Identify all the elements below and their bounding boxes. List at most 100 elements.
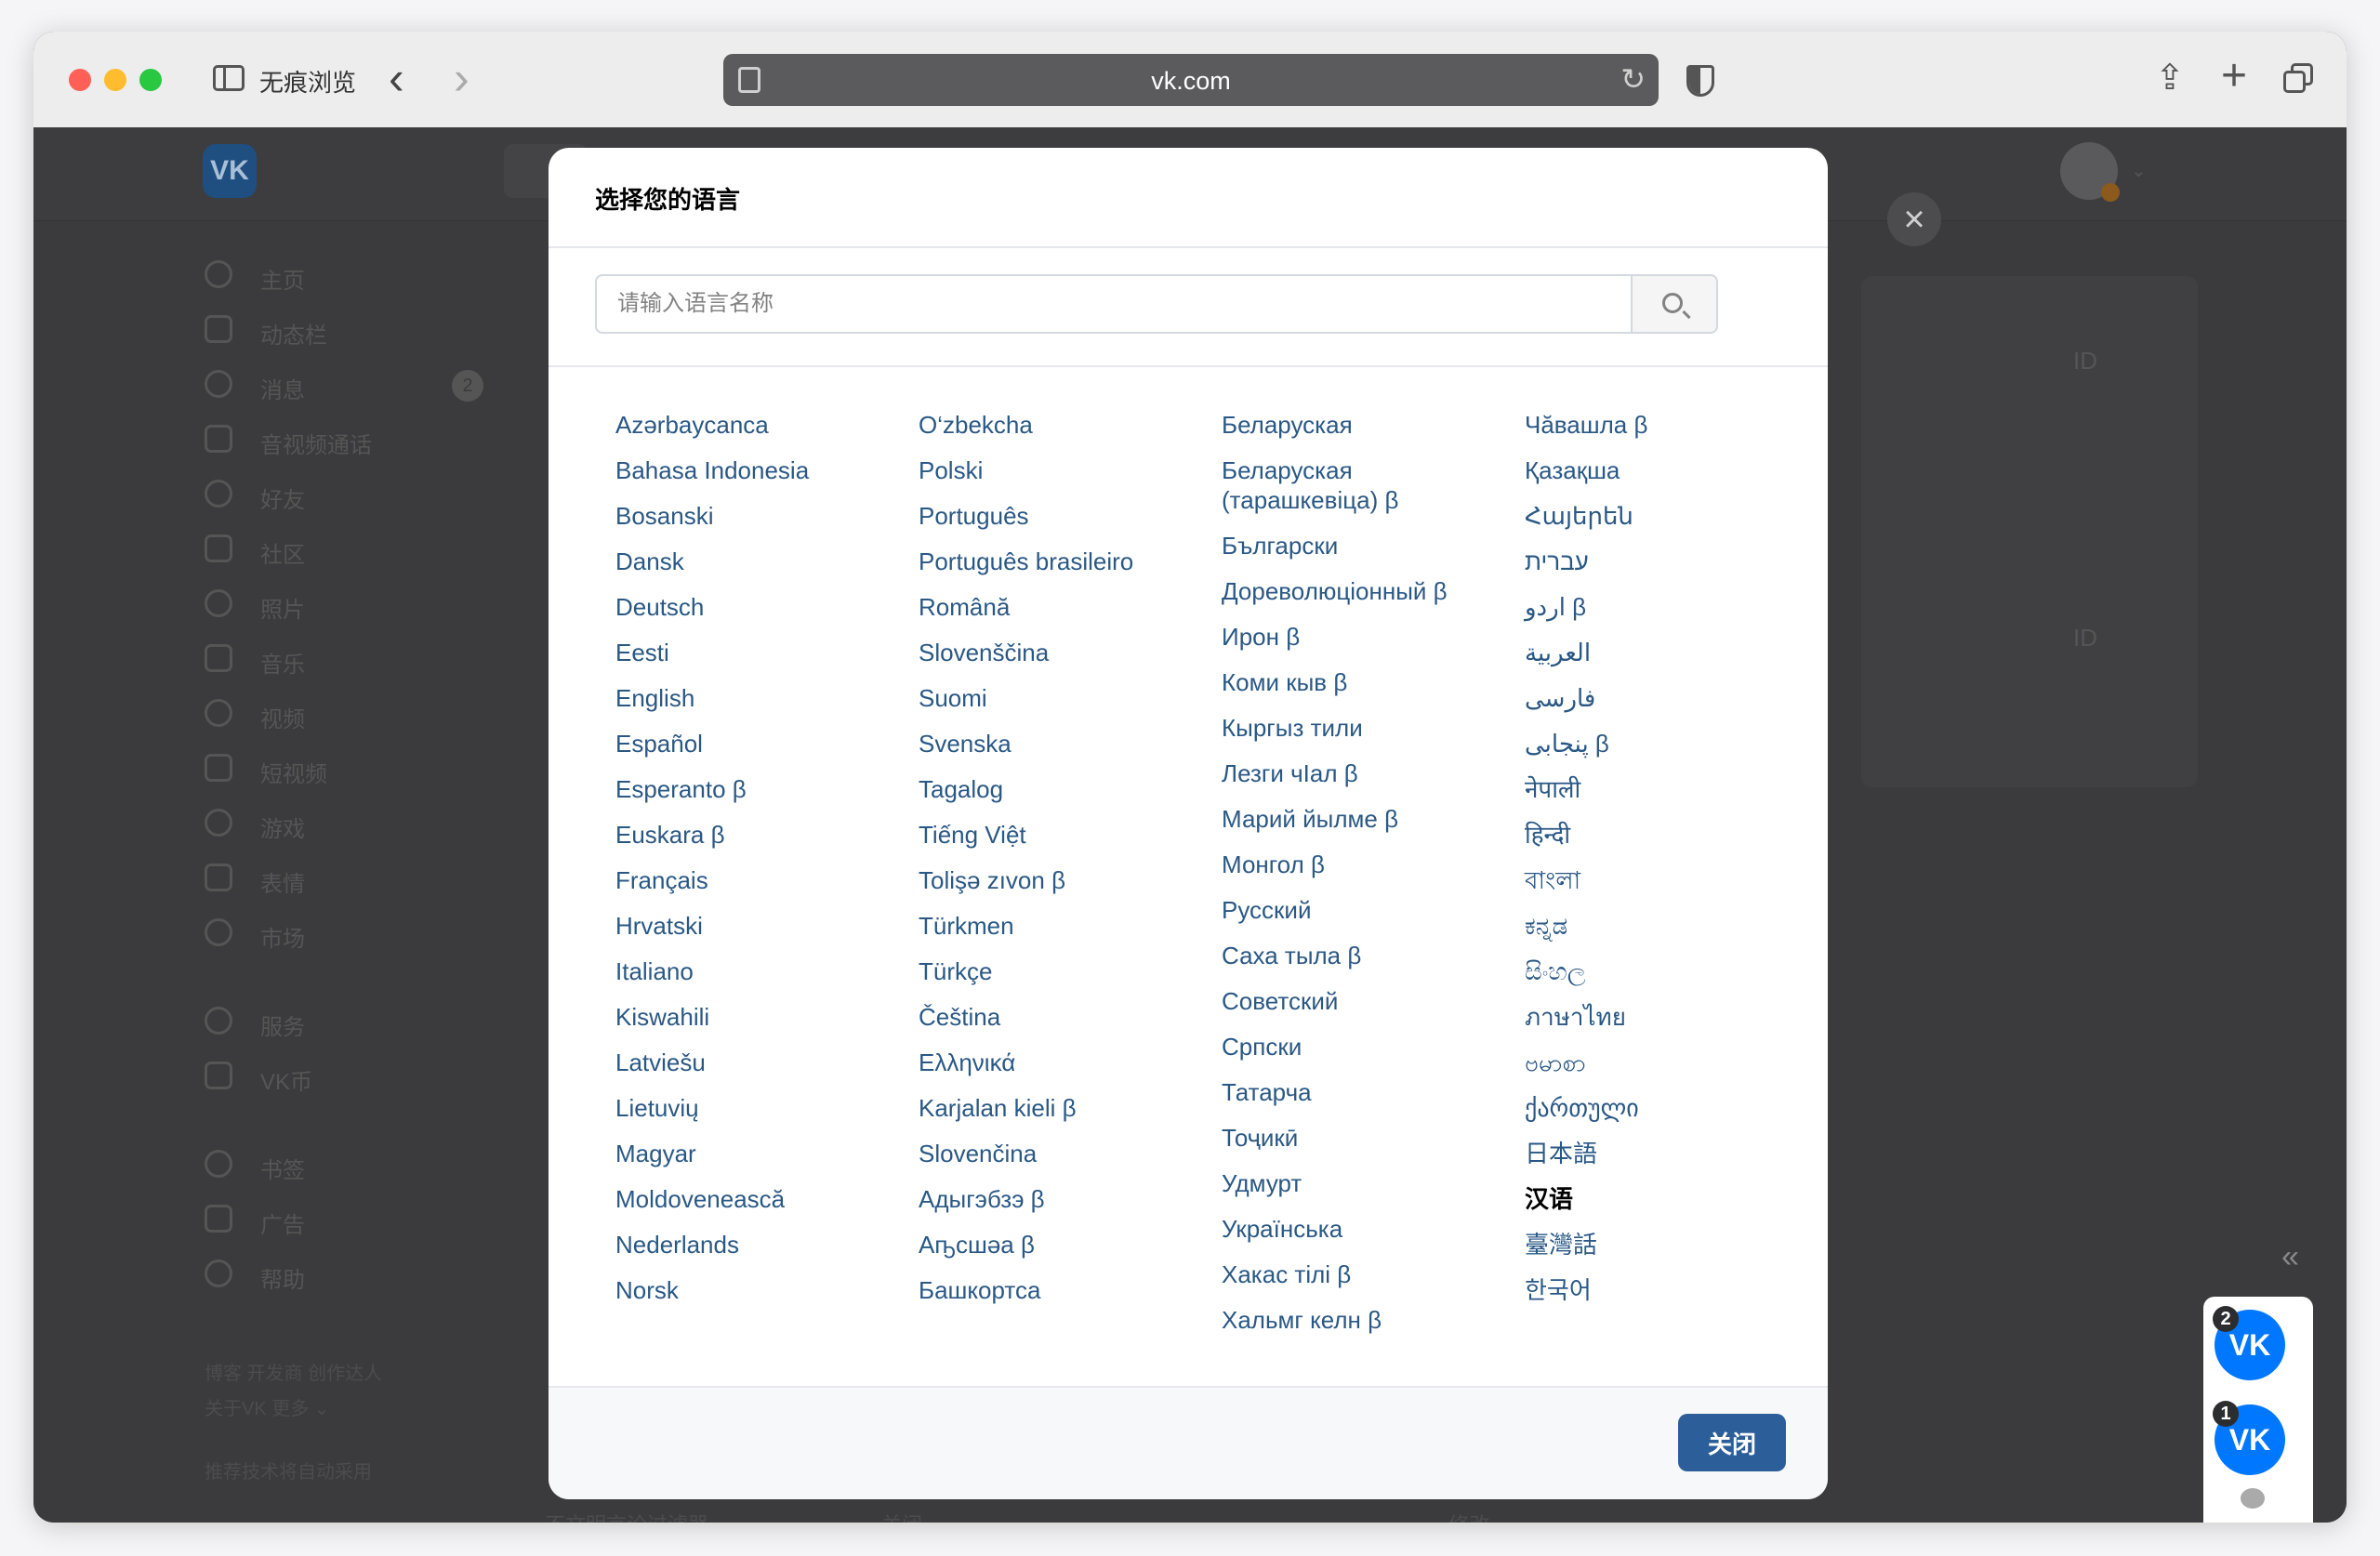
language-option[interactable]: 한국어 <box>1525 1275 1804 1305</box>
new-tab-icon[interactable]: + <box>2221 48 2247 104</box>
language-option[interactable]: Советский <box>1222 986 1501 1016</box>
sidebar-item[interactable]: 社区 <box>205 527 521 582</box>
language-option[interactable]: Тоҷикӣ <box>1222 1123 1501 1153</box>
language-option[interactable]: Nederlands <box>615 1230 894 1259</box>
chat-vk-button[interactable]: VK 2 <box>2213 1306 2285 1380</box>
language-option[interactable]: Лезги чIал β <box>1222 758 1501 788</box>
overlay-close-icon[interactable]: × <box>1887 192 1941 246</box>
close-window-button[interactable] <box>69 69 91 91</box>
language-option[interactable]: Norsk <box>615 1275 894 1305</box>
back-arrow-icon[interactable]: ‹ <box>389 52 404 104</box>
language-option[interactable]: 日本語 <box>1525 1139 1804 1168</box>
language-option[interactable]: فارسی <box>1525 683 1804 713</box>
language-option[interactable]: Italiano <box>615 956 894 986</box>
language-option[interactable]: ဗမာစာ <box>1525 1048 1804 1077</box>
language-option[interactable]: Moldovenească <box>615 1184 894 1214</box>
language-option[interactable]: Română <box>919 592 1197 622</box>
sidebar-item[interactable]: 好友 <box>205 472 521 527</box>
language-option[interactable]: Latviešu <box>615 1048 894 1077</box>
sidebar-item[interactable]: 书签 <box>205 1142 521 1197</box>
sidebar-item[interactable]: 短视频 <box>205 746 521 801</box>
sidebar-item[interactable]: 服务 <box>205 999 521 1054</box>
language-option[interactable]: اردو β <box>1525 592 1804 622</box>
forward-arrow-icon[interactable]: › <box>454 52 469 104</box>
language-option[interactable]: Хальмг келн β <box>1222 1305 1501 1335</box>
language-option[interactable]: Беларуская (тарашкевіца) β <box>1222 455 1501 515</box>
sidebar-item[interactable]: VK币 <box>205 1054 521 1109</box>
chat-bubble-icon[interactable] <box>2241 1488 2265 1509</box>
sidebar-item[interactable]: 主页 <box>205 253 521 308</box>
language-option[interactable]: Karjalan kieli β <box>919 1093 1197 1123</box>
language-option[interactable]: Slovenčina <box>919 1139 1197 1168</box>
language-option[interactable]: नेपाली <box>1525 774 1804 804</box>
language-option[interactable]: Tiếng Việt <box>919 820 1197 850</box>
language-option[interactable]: Марий йылме β <box>1222 804 1501 834</box>
sidebar-item[interactable]: 动态栏 <box>205 308 521 363</box>
language-option[interactable]: Bahasa Indonesia <box>615 455 894 485</box>
language-option[interactable]: Português brasileiro <box>919 547 1197 576</box>
language-option[interactable]: Slovenščina <box>919 638 1197 667</box>
language-option[interactable]: Български <box>1222 531 1501 560</box>
language-option[interactable]: Kiswahili <box>615 1002 894 1032</box>
sidebar-toggle-icon[interactable] <box>213 65 245 91</box>
language-option[interactable]: ಕನ್ನಡ <box>1525 911 1804 941</box>
close-button[interactable]: 关闭 <box>1678 1414 1786 1471</box>
sidebar-item[interactable]: 视频 <box>205 692 521 746</box>
chevron-down-icon[interactable]: ⌄ <box>2131 159 2147 182</box>
zoom-window-button[interactable] <box>139 69 162 91</box>
language-option[interactable]: 汉语 <box>1525 1184 1804 1214</box>
language-option[interactable]: Қазақша <box>1525 455 1804 485</box>
user-avatar[interactable] <box>2060 142 2120 202</box>
sidebar-item[interactable]: 表情 <box>205 856 521 911</box>
footer-line-1[interactable]: 博客 开发商 创作达人 <box>205 1356 382 1391</box>
language-option[interactable]: Esperanto β <box>615 774 894 804</box>
sidebar-item[interactable]: 消息 2 <box>205 363 521 417</box>
sidebar-item[interactable]: 帮助 <box>205 1252 521 1307</box>
collapse-chevrons-icon[interactable]: « <box>2281 1239 2299 1275</box>
language-option[interactable]: Polski <box>919 455 1197 485</box>
setting-edit-link[interactable]: 修改 <box>1448 1513 1489 1523</box>
address-bar[interactable]: vk.com ↻ <box>723 54 1659 106</box>
language-option[interactable]: English <box>615 683 894 713</box>
sidebar-item[interactable]: 游戏 <box>205 801 521 856</box>
language-option[interactable]: Magyar <box>615 1139 894 1168</box>
language-option[interactable]: Ελληνικά <box>919 1048 1197 1077</box>
language-option[interactable]: Татарча <box>1222 1077 1501 1107</box>
language-option[interactable]: Ирон β <box>1222 622 1501 652</box>
language-option[interactable]: Башкортса <box>919 1275 1197 1305</box>
language-option[interactable]: Чăвашла β <box>1525 410 1804 440</box>
language-option[interactable]: Дореволюціонный β <box>1222 576 1501 606</box>
language-option[interactable]: پنجابی β <box>1525 729 1804 758</box>
language-option[interactable]: Français <box>615 865 894 895</box>
language-option[interactable]: Tagalog <box>919 774 1197 804</box>
language-search-input[interactable] <box>595 274 1631 334</box>
share-icon[interactable]: ⇪ <box>2155 50 2185 106</box>
language-option[interactable]: हिन्दी <box>1525 820 1804 850</box>
language-option[interactable]: O‘zbekcha <box>919 410 1197 440</box>
language-option[interactable]: Монгол β <box>1222 850 1501 879</box>
language-option[interactable]: Коми кыв β <box>1222 667 1501 697</box>
language-option[interactable]: Српски <box>1222 1032 1501 1062</box>
reload-icon[interactable]: ↻ <box>1620 61 1646 97</box>
language-option[interactable]: Кыргыз тили <box>1222 713 1501 743</box>
language-option[interactable]: Dansk <box>615 547 894 576</box>
footer-line-2[interactable]: 关于VK 更多 ⌄ <box>205 1391 382 1427</box>
language-option[interactable]: Eesti <box>615 638 894 667</box>
language-option[interactable]: Беларуская <box>1222 410 1501 440</box>
language-option[interactable]: Hrvatski <box>615 911 894 941</box>
language-option[interactable]: Удмурт <box>1222 1168 1501 1198</box>
sidebar-item[interactable]: 市场 <box>205 911 521 966</box>
language-option[interactable]: Հայերեն <box>1525 501 1804 531</box>
language-option[interactable]: Саха тыла β <box>1222 941 1501 970</box>
language-option[interactable]: Español <box>615 729 894 758</box>
language-option[interactable]: Tolişə zıvon β <box>919 865 1197 895</box>
language-option[interactable]: Аҧсшәа β <box>919 1230 1197 1259</box>
chat-vk-button[interactable]: VK 1 <box>2213 1401 2285 1475</box>
language-option[interactable]: Хакас тілі β <box>1222 1259 1501 1289</box>
language-option[interactable]: Адыгэбзэ β <box>919 1184 1197 1214</box>
language-option[interactable]: Deutsch <box>615 592 894 622</box>
vk-logo-icon[interactable]: VK <box>203 144 257 198</box>
language-option[interactable]: العربية <box>1525 638 1804 667</box>
privacy-shield-icon[interactable] <box>1686 65 1714 97</box>
language-option[interactable]: Suomi <box>919 683 1197 713</box>
